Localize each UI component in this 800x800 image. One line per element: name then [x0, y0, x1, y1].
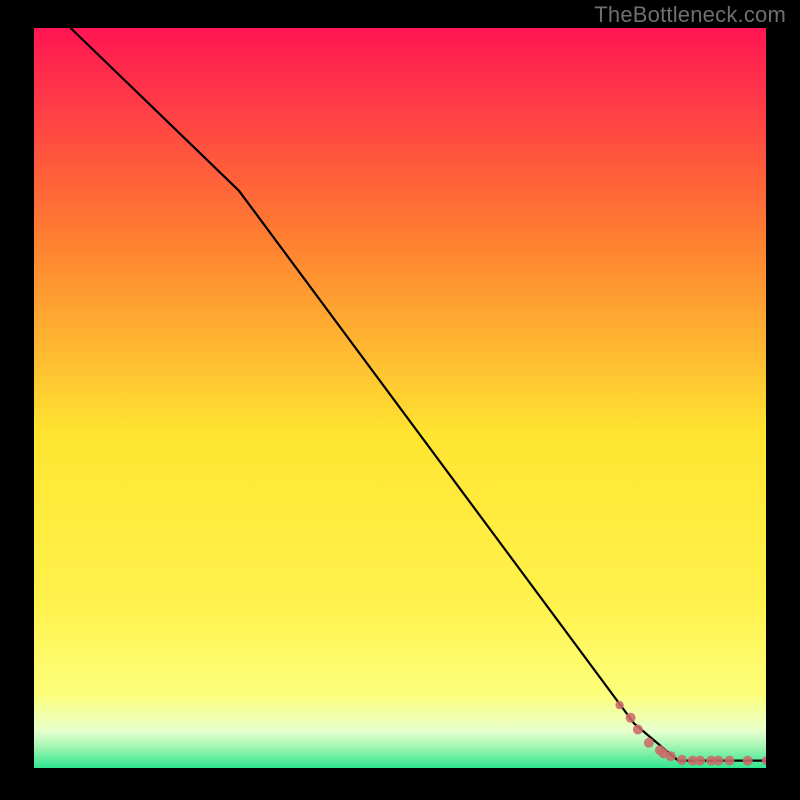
- data-point: [713, 756, 723, 766]
- data-point: [666, 751, 676, 761]
- data-point: [743, 756, 753, 766]
- data-point: [615, 701, 623, 709]
- data-point: [695, 756, 705, 766]
- gradient-background: [34, 28, 766, 768]
- data-point: [677, 755, 687, 765]
- plot-svg: [34, 28, 766, 768]
- watermark-text: TheBottleneck.com: [594, 2, 786, 28]
- data-point: [626, 713, 636, 723]
- plot-area: [34, 28, 766, 768]
- data-point: [724, 756, 734, 766]
- data-point: [633, 725, 643, 735]
- chart-frame: TheBottleneck.com: [0, 0, 800, 800]
- data-point: [644, 738, 654, 748]
